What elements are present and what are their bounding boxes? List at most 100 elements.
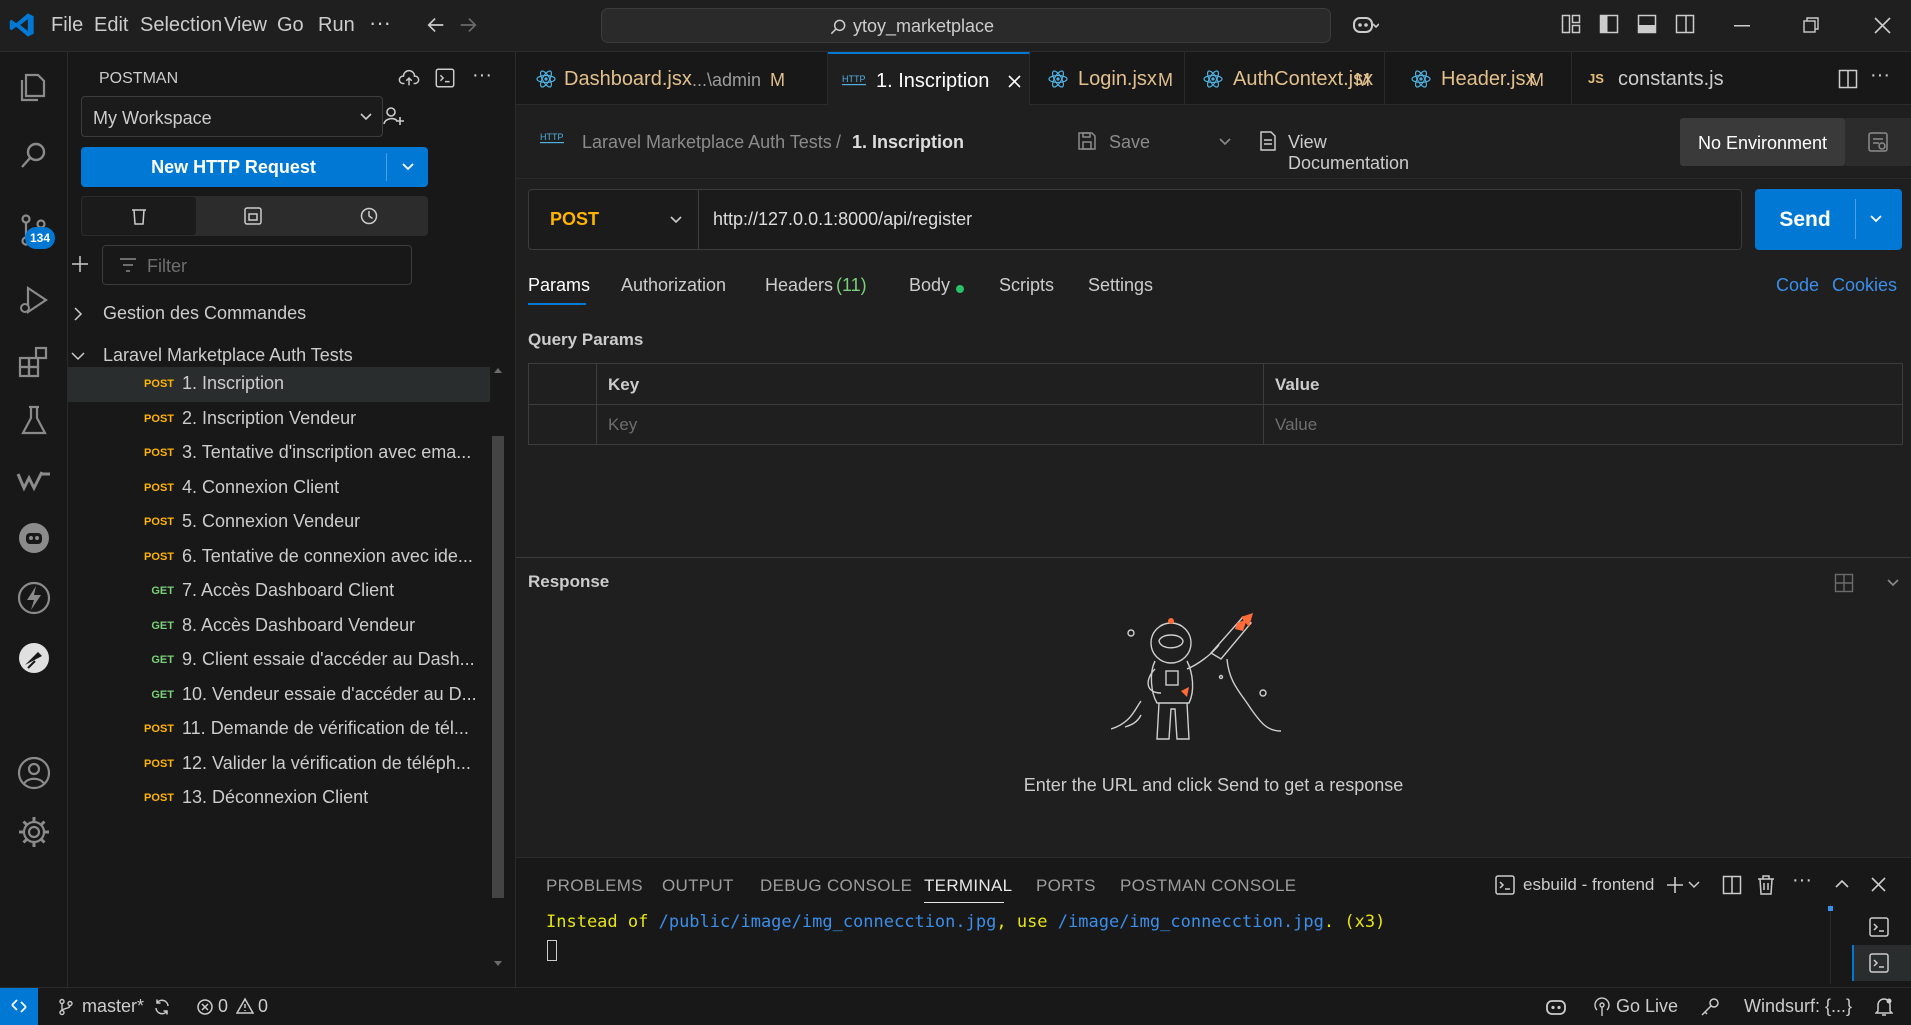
kill-terminal-trash-icon[interactable] [1756,874,1776,896]
request-item[interactable]: POST 6. Tentative de connexion avec ide..… [68,540,490,575]
tab-scripts[interactable]: Scripts [999,275,1054,296]
tab-dashboard-jsx[interactable]: Dashboard.jsx ...\admin M [516,52,828,105]
panel-tab-postman-console[interactable]: POSTMAN CONSOLE [1120,876,1296,896]
terminal-icon[interactable] [434,67,456,89]
tab-inscription[interactable]: HTTP 1. Inscription [828,52,1030,105]
split-editor-icon[interactable] [1838,69,1858,89]
tab-params[interactable]: Params [528,275,590,296]
copilot-icon[interactable] [1351,12,1379,38]
toggle-primary-sidebar-icon[interactable] [1599,14,1619,34]
tab-constants-js[interactable]: JS constants.js [1572,52,1724,105]
cookies-link[interactable]: Cookies [1832,275,1897,296]
request-item[interactable]: GET 9. Client essaie d'accéder au Dash... [68,643,490,678]
git-branch-label[interactable]: master* [82,996,144,1017]
scroll-down-icon[interactable] [493,960,503,968]
tab-headers[interactable]: Headers [765,275,833,296]
request-item[interactable]: GET 10. Vendeur essaie d'accéder au D... [68,678,490,713]
request-item[interactable]: POST 5. Connexion Vendeur [68,505,490,540]
tab-settings[interactable]: Settings [1088,275,1153,296]
request-item[interactable]: POST 2. Inscription Vendeur [68,402,490,437]
save-options-chevron-icon[interactable] [1218,137,1232,147]
testing-flask-icon[interactable] [14,400,54,440]
search-view-icon[interactable] [14,135,54,175]
postman-icon[interactable] [14,638,54,678]
source-control-icon[interactable]: 134 [14,210,56,250]
save-button[interactable]: Save [1076,123,1186,159]
history-icon[interactable] [359,206,379,226]
tab-authcontext-jsx[interactable]: AuthContext.jsx M [1185,52,1385,105]
panel-tab-output[interactable]: OUTPUT [662,876,734,896]
toggle-panel-icon[interactable] [1637,14,1657,34]
view-documentation-button[interactable]: View Documentation [1258,123,1438,173]
toggle-secondary-sidebar-icon[interactable] [1675,14,1695,34]
add-collection-icon[interactable] [71,255,89,273]
request-item[interactable]: POST 12. Valider la vérification de télép… [68,747,490,782]
tab-authorization[interactable]: Authorization [621,275,726,296]
environments-icon[interactable] [243,206,263,226]
tab-login-jsx[interactable]: Login.jsx M [1030,52,1185,105]
send-button[interactable]: Send [1755,189,1902,250]
menu-go[interactable]: Go [277,14,304,37]
extensions-icon[interactable] [14,342,54,382]
menu-view[interactable]: View [224,14,267,37]
layout-toggle-icon[interactable] [1834,573,1854,593]
go-live-button[interactable]: Go Live [1593,988,1679,1025]
collapse-response-chevron-icon[interactable] [1886,578,1900,588]
split-terminal-icon[interactable] [1722,875,1742,895]
copilot-status-icon[interactable] [1545,997,1567,1017]
collection-gestion-commandes[interactable]: Gestion des Commandes [68,293,490,335]
menu-selection[interactable]: Selection [140,14,222,37]
minimize-icon[interactable] [1734,24,1750,28]
cloud-upload-icon[interactable] [398,67,420,89]
run-debug-icon[interactable] [14,280,54,320]
value-input[interactable]: Value [1275,415,1317,435]
sidebar-scrollbar[interactable] [490,362,506,972]
request-item[interactable]: GET 7. Accès Dashboard Client [68,574,490,609]
remote-indicator[interactable] [0,988,38,1025]
close-window-icon[interactable] [1874,17,1891,34]
windsurf-icon[interactable] [14,460,54,500]
environment-quick-look[interactable] [1845,118,1911,166]
new-terminal-icon[interactable] [1666,876,1684,894]
send-options-chevron-icon[interactable] [1869,214,1883,224]
menu-run[interactable]: Run [318,14,355,37]
copilot-chat-icon[interactable] [14,518,54,558]
menu-more[interactable]: ··· [369,10,391,36]
menu-file[interactable]: File [51,14,83,37]
thunder-client-icon[interactable] [14,578,54,618]
sync-icon[interactable] [153,998,171,1016]
tab-header-jsx[interactable]: Header.jsx M [1385,52,1572,105]
maximize-panel-chevron-icon[interactable] [1834,879,1850,889]
accounts-icon[interactable] [14,753,54,793]
panel-tab-terminal[interactable]: TERMINAL [924,876,1012,896]
problems-indicator[interactable]: 0 0 [196,988,276,1025]
editor-more[interactable]: ··· [1870,64,1890,87]
collections-tab[interactable] [82,197,196,235]
windsurf-status[interactable]: Windsurf: {...} [1744,996,1852,1017]
close-panel-icon[interactable] [1871,877,1886,892]
scroll-up-icon[interactable] [493,366,503,374]
terminal-instance-icon[interactable] [1868,916,1890,938]
code-link[interactable]: Code [1776,275,1819,296]
command-center-search[interactable]: ytoy_marketplace [601,8,1331,43]
panel-tab-problems[interactable]: PROBLEMS [546,876,643,896]
panel-tab-debug-console[interactable]: DEBUG CONSOLE [760,876,912,896]
request-item[interactable]: POST 4. Connexion Client [68,471,490,506]
menu-edit[interactable]: Edit [94,14,128,37]
tab-body[interactable]: Body [909,275,950,296]
filter-input[interactable]: Filter [102,245,412,285]
forward-arrow-icon[interactable] [457,14,479,36]
panel-tab-ports[interactable]: PORTS [1036,876,1096,896]
chevron-down-icon[interactable] [401,162,415,172]
restore-icon[interactable] [1803,17,1819,33]
request-item[interactable]: POST 13. Déconnexion Client [68,781,490,816]
terminal-name[interactable]: esbuild - frontend [1523,875,1654,895]
customize-layout-icon[interactable] [1561,14,1581,34]
notifications-bell-icon[interactable] [1875,997,1893,1017]
terminal-options-chevron-icon[interactable] [1688,881,1700,889]
scrollbar-thumb[interactable] [492,436,504,898]
sidebar-more[interactable]: ··· [472,64,492,87]
breadcrumb-collection[interactable]: Laravel Marketplace Auth Tests [582,132,832,153]
url-input[interactable]: http://127.0.0.1:8000/api/register [713,209,972,230]
panel-more[interactable]: ··· [1792,869,1812,892]
